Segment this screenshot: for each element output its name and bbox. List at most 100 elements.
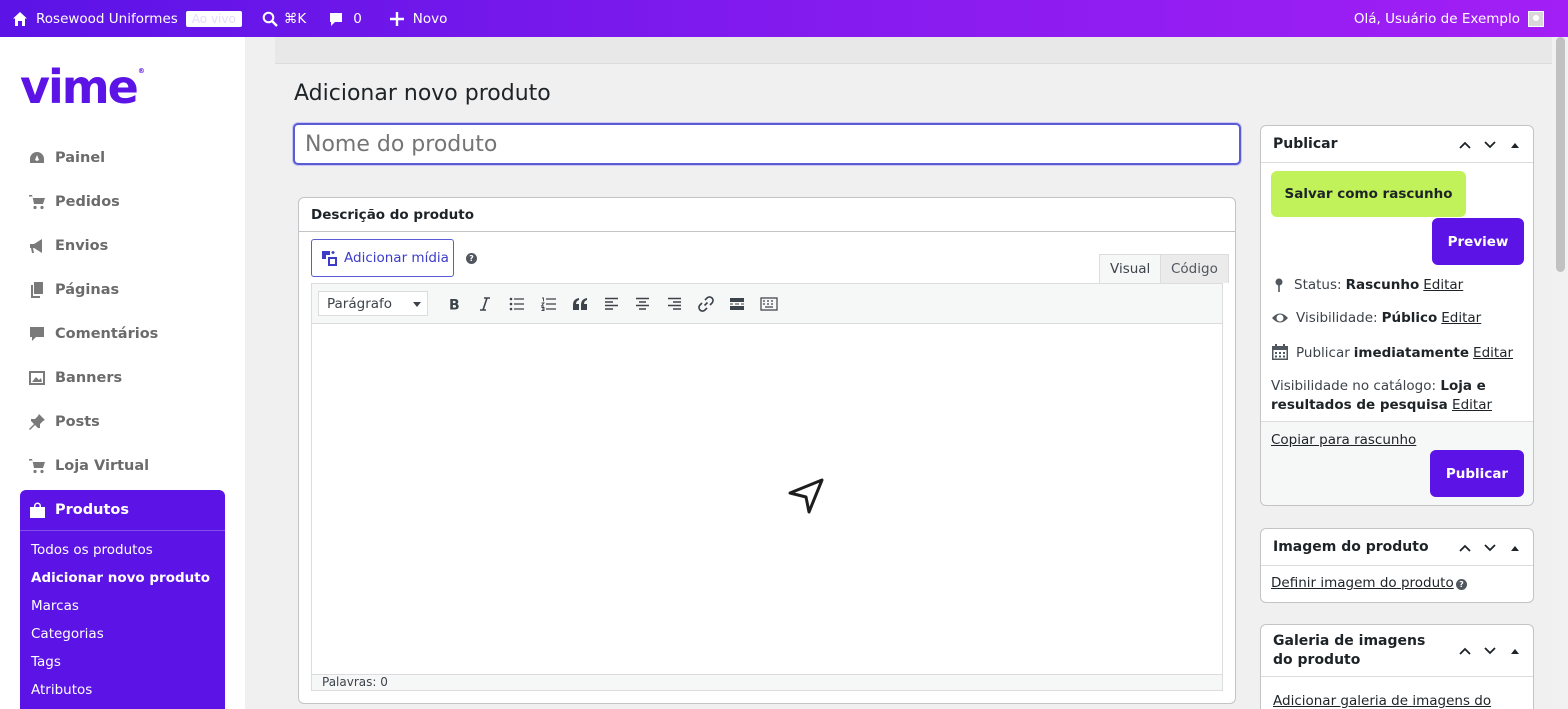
submenu-adicionar-produto[interactable]: Adicionar novo produto xyxy=(20,564,225,592)
brand-logo[interactable]: vime ® xyxy=(20,64,145,110)
blockquote-button[interactable] xyxy=(564,289,596,319)
publish-box-header: Publicar xyxy=(1261,126,1533,163)
bulleted-list-button[interactable] xyxy=(501,289,533,319)
eye-icon xyxy=(1272,313,1288,323)
move-up-icon[interactable] xyxy=(1452,544,1477,552)
product-gallery-box: Galeria de imagens do produto Adicionar g… xyxy=(1260,624,1534,709)
editor-content-area[interactable] xyxy=(311,324,1223,674)
avatar[interactable] xyxy=(1528,10,1544,27)
word-count: Palavras: 0 xyxy=(311,674,1223,691)
product-name-input[interactable] xyxy=(293,123,1241,165)
save-draft-button[interactable]: Salvar como rascunho xyxy=(1271,171,1466,217)
move-down-icon[interactable] xyxy=(1477,543,1502,552)
align-left-button[interactable] xyxy=(596,289,628,319)
greeting: Olá, Usuário de Exemplo xyxy=(1353,10,1520,27)
product-image-box: Imagem do produto Definir imagem do prod… xyxy=(1260,528,1534,603)
sidebar-item-paginas[interactable]: Páginas xyxy=(28,278,119,302)
collapse-icon[interactable] xyxy=(1502,142,1527,148)
status-row: Status: Rascunho Editar xyxy=(1271,277,1463,293)
search-shortcut-label: ⌘K xyxy=(283,10,307,27)
new-content-link[interactable]: Novo xyxy=(382,0,456,37)
add-gallery-link[interactable]: Adicionar galeria de imagens do xyxy=(1273,693,1491,709)
move-down-icon[interactable] xyxy=(1477,647,1502,655)
comment-icon xyxy=(30,327,44,341)
insert-link-button[interactable] xyxy=(690,289,722,319)
format-select[interactable]: Parágrafo xyxy=(318,291,428,316)
publish-box: Publicar Salvar como rascunho Preview St… xyxy=(1260,125,1534,506)
submenu-categorias[interactable]: Categorias xyxy=(20,620,225,648)
logo-mark: ® xyxy=(137,67,145,75)
box-controls xyxy=(1452,529,1527,566)
publish-button[interactable]: Publicar xyxy=(1430,450,1524,497)
align-center-button[interactable] xyxy=(627,289,659,319)
toolbar-toggle-button[interactable] xyxy=(753,289,785,319)
visibility-value: Público xyxy=(1381,310,1438,326)
main-content: Adicionar novo produto Descrição do prod… xyxy=(275,37,1552,709)
help-icon[interactable]: ? xyxy=(466,253,477,264)
submenu-atributos[interactable]: Atributos xyxy=(20,676,225,704)
schedule-row: Publicar imediatamente Editar xyxy=(1271,344,1513,361)
edit-schedule-link[interactable]: Editar xyxy=(1473,345,1513,361)
scrollbar-thumb[interactable] xyxy=(1556,37,1565,272)
move-down-icon[interactable] xyxy=(1477,140,1502,149)
add-media-label: Adicionar mídia xyxy=(344,250,449,266)
account-menu[interactable]: Olá, Usuário de Exemplo xyxy=(1354,0,1544,37)
keyboard-icon xyxy=(760,296,778,311)
copy-to-draft-link[interactable]: Copiar para rascunho xyxy=(1271,432,1416,448)
sidebar-item-loja-virtual[interactable]: Loja Virtual xyxy=(28,454,149,478)
tab-visual[interactable]: Visual xyxy=(1099,254,1162,283)
editor-toolbar: Parágrafo B xyxy=(311,283,1223,324)
submenu-marcas[interactable]: Marcas xyxy=(20,592,225,620)
status-value: Rascunho xyxy=(1345,277,1420,293)
sidebar-item-label: Banners xyxy=(55,370,123,386)
align-right-button[interactable] xyxy=(659,289,691,319)
collapse-icon[interactable] xyxy=(1502,648,1527,654)
schedule-label: Publicar xyxy=(1296,344,1350,361)
gallery-title-line2: do produto xyxy=(1273,651,1361,668)
edit-status-link[interactable]: Editar xyxy=(1423,277,1463,293)
move-up-icon[interactable] xyxy=(1452,141,1477,149)
sidebar-item-produtos[interactable]: Produtos xyxy=(20,490,225,531)
admin-bar: Rosewood Uniformes Ao vivo ⌘K 0 Novo Olá… xyxy=(0,0,1568,37)
page-scrollbar[interactable] xyxy=(1552,37,1568,709)
calendar-icon xyxy=(1272,344,1288,360)
sidebar: vime ® Painel Pedidos Envios Páginas Come… xyxy=(0,37,245,709)
comments-link[interactable]: 0 xyxy=(320,0,370,37)
bold-button[interactable]: B xyxy=(438,289,470,319)
numbered-list-button[interactable] xyxy=(533,289,565,319)
navigation-arrow-icon xyxy=(788,478,824,514)
publish-actions: Copiar para rascunho Publicar xyxy=(1261,421,1533,505)
gallery-title-line1: Galeria de imagens xyxy=(1273,632,1426,649)
sidebar-item-pedidos[interactable]: Pedidos xyxy=(28,190,120,214)
set-product-image-link[interactable]: Definir imagem do produto xyxy=(1271,575,1454,591)
submenu-tags[interactable]: Tags xyxy=(20,648,225,676)
sidebar-item-painel[interactable]: Painel xyxy=(28,146,105,170)
search-shortcut[interactable]: ⌘K xyxy=(254,0,314,37)
pin-icon xyxy=(29,414,45,430)
box-controls xyxy=(1452,625,1527,677)
submenu-todos-produtos[interactable]: Todos os produtos xyxy=(20,536,225,564)
read-more-button[interactable] xyxy=(722,289,754,319)
live-badge[interactable]: Ao vivo xyxy=(185,10,242,27)
sidebar-item-comentarios[interactable]: Comentários xyxy=(28,322,158,346)
tab-code[interactable]: Código xyxy=(1160,254,1229,283)
add-media-button[interactable]: Adicionar mídia xyxy=(311,239,454,277)
visibility-label: Visibilidade: xyxy=(1296,310,1378,326)
edit-catalog-visibility-link[interactable]: Editar xyxy=(1452,397,1492,413)
site-home-link[interactable]: Rosewood Uniformes Ao vivo xyxy=(0,0,250,37)
collapse-icon[interactable] xyxy=(1502,545,1527,551)
bulleted-list-icon xyxy=(509,297,525,310)
edit-visibility-link[interactable]: Editar xyxy=(1441,310,1481,326)
sidebar-item-label: Envios xyxy=(55,238,109,254)
sidebar-item-envios[interactable]: Envios xyxy=(28,234,108,258)
plus-icon xyxy=(389,11,404,26)
help-icon[interactable]: ? xyxy=(1456,579,1467,590)
preview-button[interactable]: Preview xyxy=(1432,218,1524,265)
sidebar-item-posts[interactable]: Posts xyxy=(28,410,100,434)
media-icon xyxy=(322,250,337,266)
move-up-icon[interactable] xyxy=(1452,647,1477,655)
italic-button[interactable] xyxy=(470,289,502,319)
numbered-list-icon xyxy=(540,297,556,311)
sidebar-item-banners[interactable]: Banners xyxy=(28,366,122,390)
site-name: Rosewood Uniformes xyxy=(36,10,178,27)
